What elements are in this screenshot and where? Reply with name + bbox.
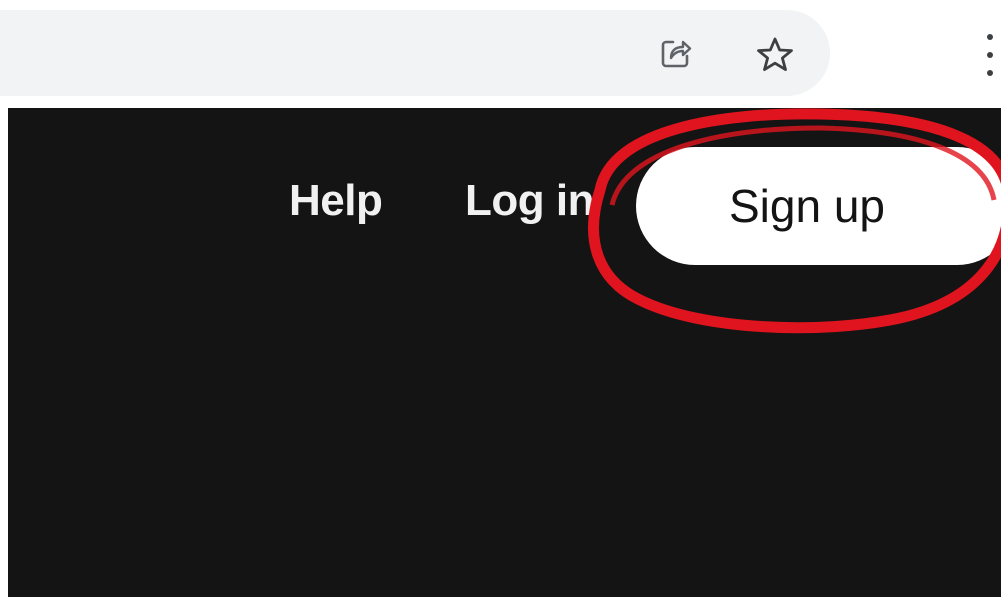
- window-edge: [0, 108, 8, 597]
- menu-dot: [987, 70, 993, 76]
- login-link[interactable]: Log in: [465, 176, 594, 226]
- address-bar[interactable]: [0, 10, 830, 96]
- vertical-dots-icon[interactable]: [979, 32, 1001, 78]
- signup-button[interactable]: Sign up: [636, 147, 1001, 265]
- menu-dot: [987, 34, 993, 40]
- menu-dot: [987, 52, 993, 58]
- help-link[interactable]: Help: [289, 176, 383, 226]
- star-icon[interactable]: [752, 32, 798, 78]
- browser-toolbar: [0, 0, 1001, 108]
- share-icon[interactable]: [655, 32, 697, 74]
